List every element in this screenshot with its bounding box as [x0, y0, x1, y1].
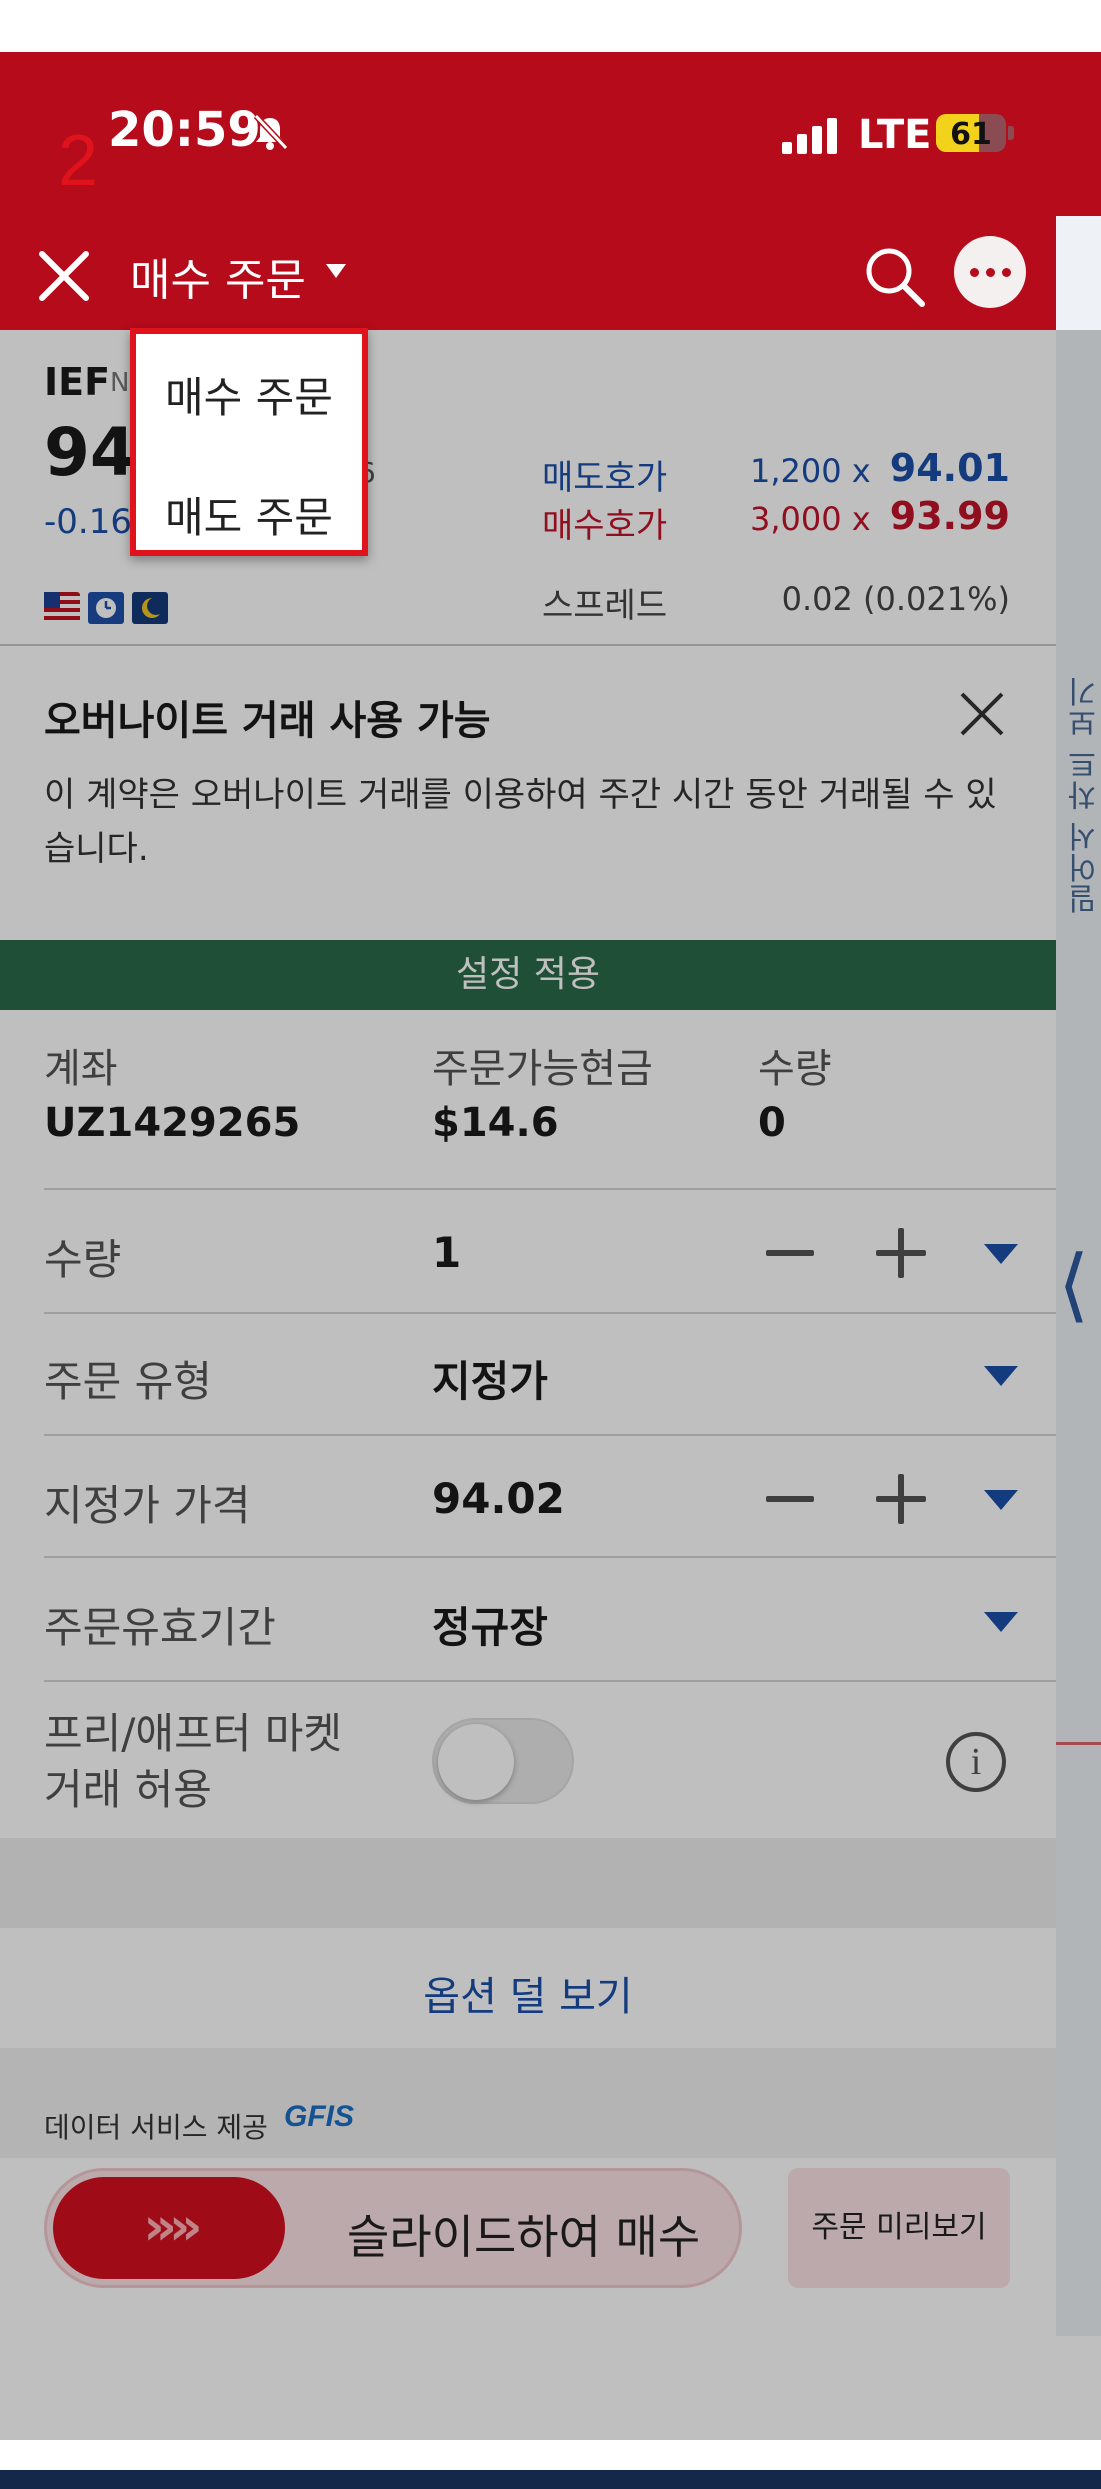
- signal-icon: [782, 118, 837, 154]
- top-margin: [0, 0, 1101, 52]
- battery-icon: 61: [936, 114, 1006, 152]
- close-icon[interactable]: [36, 248, 92, 304]
- menu-item-buy-order[interactable]: 매수 주문: [136, 364, 362, 425]
- battery-tip: [1008, 126, 1014, 140]
- battery-level: 61: [950, 117, 992, 152]
- order-type-title[interactable]: 매수 주문: [130, 244, 306, 308]
- bell-slash-icon: [253, 113, 289, 151]
- more-dot: [986, 268, 995, 277]
- more-dot: [1002, 268, 1011, 277]
- order-type-menu: 매수 주문 매도 주문: [130, 328, 368, 556]
- more-icon[interactable]: [954, 236, 1026, 308]
- network-type: LTE: [858, 112, 932, 158]
- step-annotation: 2: [58, 121, 99, 201]
- bottom-nav-strip: [0, 2470, 1101, 2489]
- more-dot: [970, 268, 979, 277]
- search-icon[interactable]: [862, 244, 926, 308]
- status-time: 20:59: [108, 102, 261, 158]
- modal-overlay[interactable]: [0, 330, 1101, 2440]
- menu-item-sell-order[interactable]: 매도 주문: [136, 484, 362, 545]
- caret-down-icon[interactable]: [326, 264, 346, 280]
